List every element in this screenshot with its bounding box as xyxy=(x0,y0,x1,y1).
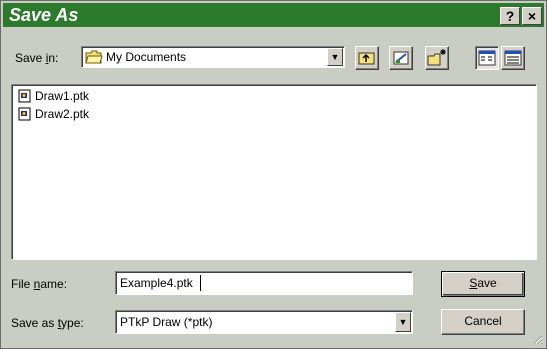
file-name-value: Example4.ptk xyxy=(120,276,193,290)
folder-icon xyxy=(85,49,103,68)
list-item[interactable]: Draw1.ptk xyxy=(18,89,89,105)
create-new-folder-button[interactable] xyxy=(425,46,449,70)
save-button[interactable]: Save xyxy=(441,271,525,297)
text-cursor xyxy=(200,275,201,291)
save-as-type-label-text: Save as xyxy=(11,316,58,330)
save-as-dialog: Save As ? × Save in: My Documents ▼ Draw… xyxy=(0,0,547,349)
document-icon xyxy=(18,107,32,121)
file-name-label: Draw2.ptk xyxy=(35,107,90,121)
details-view-button[interactable] xyxy=(501,46,525,70)
cancel-button[interactable]: Cancel xyxy=(441,309,525,335)
chevron-down-icon[interactable]: ▼ xyxy=(327,48,343,66)
chevron-down-icon[interactable]: ▼ xyxy=(395,312,411,332)
file-name-input[interactable]: Example4.ptk xyxy=(115,271,413,295)
close-button[interactable]: × xyxy=(522,7,542,25)
desktop-button[interactable] xyxy=(389,46,413,70)
save-in-label-text: Save xyxy=(15,51,46,65)
file-name-label: File name: xyxy=(11,277,67,291)
save-as-type-label-suffix: ype: xyxy=(61,316,84,330)
details-view-icon xyxy=(504,50,522,66)
save-as-type-dropdown[interactable]: PTkP Draw (*ptk) ▼ xyxy=(115,310,413,334)
desktop-icon xyxy=(393,51,409,65)
save-button-label: ave xyxy=(477,276,497,290)
file-name-label-text: File xyxy=(11,277,34,291)
document-icon xyxy=(18,89,32,103)
save-as-type-label: Save as type: xyxy=(11,316,84,330)
up-one-level-button[interactable] xyxy=(355,46,379,70)
file-name-label-suffix: ame: xyxy=(40,277,68,291)
list-view-icon xyxy=(478,50,496,66)
save-in-dropdown[interactable]: My Documents ▼ xyxy=(81,46,345,68)
list-view-button[interactable] xyxy=(475,46,499,70)
resize-grip-icon[interactable] xyxy=(531,333,543,345)
save-in-label-suffix: n: xyxy=(48,51,59,65)
up-folder-icon xyxy=(358,52,375,65)
file-list[interactable]: Draw1.ptk Draw2.ptk xyxy=(11,84,537,260)
list-item[interactable]: Draw2.ptk xyxy=(18,107,89,123)
new-folder-icon xyxy=(427,49,446,66)
save-in-value: My Documents xyxy=(106,50,187,64)
title-bar[interactable]: Save As ? × xyxy=(3,3,544,27)
dialog-title: Save As xyxy=(9,5,79,25)
file-name-label: Draw1.ptk xyxy=(35,89,90,103)
save-as-type-value: PTkP Draw (*ptk) xyxy=(120,315,213,329)
save-in-label: Save in: xyxy=(15,51,58,65)
help-button[interactable]: ? xyxy=(500,7,520,25)
